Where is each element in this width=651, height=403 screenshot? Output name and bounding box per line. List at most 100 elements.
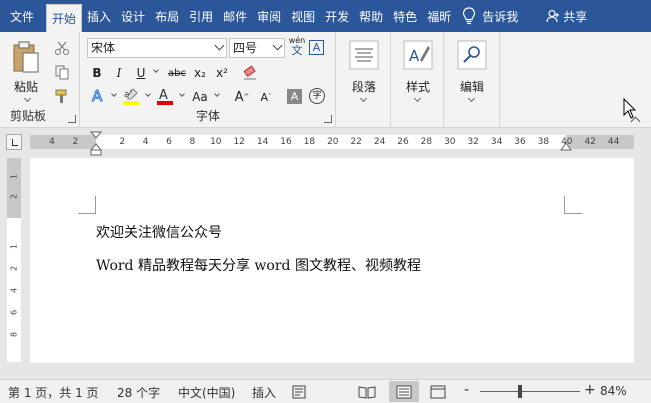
document-line-2[interactable]: Word 精品教程每天分享 word 图文教程、视频教程 <box>96 255 421 275</box>
vertical-scrollbar[interactable] <box>636 158 651 363</box>
format-painter-icon[interactable] <box>54 88 70 104</box>
bold-button[interactable]: B <box>89 62 105 84</box>
cut-icon[interactable] <box>54 40 70 56</box>
tab-foxit[interactable]: 福昕 <box>422 0 456 32</box>
svg-text:A: A <box>409 47 420 65</box>
highlight-dropdown-icon[interactable] <box>145 91 151 97</box>
char-shading-button[interactable]: A <box>287 89 302 104</box>
vruler-tick: 2 <box>9 265 19 272</box>
ruler-tick: 32 <box>467 137 479 147</box>
highlight-icon[interactable]: ab <box>121 86 141 106</box>
indent-marker-icon[interactable] <box>90 131 102 157</box>
accessibility-icon[interactable] <box>292 385 308 399</box>
vruler-tick: 1 <box>9 173 19 180</box>
font-size-select[interactable]: 四号 <box>229 38 285 58</box>
paragraph-icon <box>349 40 379 70</box>
crop-mark-top-left <box>78 196 96 214</box>
phonetic-guide-button[interactable]: wén 文 <box>288 36 306 56</box>
language[interactable]: 中文(中国) <box>178 384 235 401</box>
print-layout-button[interactable] <box>389 381 419 402</box>
svg-text:A: A <box>159 88 168 103</box>
tell-me-box[interactable]: 告诉我 共享 <box>462 0 587 32</box>
subscript-button[interactable]: x₂ <box>191 62 209 84</box>
web-layout-icon[interactable] <box>430 385 446 399</box>
read-mode-icon[interactable] <box>358 385 376 399</box>
ruler-tick: 30 <box>444 137 456 147</box>
tab-design[interactable]: 设计 <box>116 0 150 32</box>
tab-help[interactable]: 帮助 <box>354 0 388 32</box>
tab-insert[interactable]: 插入 <box>82 0 116 32</box>
styles-button[interactable]: A 样式 <box>396 38 440 103</box>
font-color-icon[interactable]: A <box>155 86 175 106</box>
paste-dropdown-icon[interactable] <box>23 94 32 103</box>
zoom-level[interactable]: 84% <box>600 384 627 398</box>
clipboard-icon <box>13 41 39 73</box>
copy-icon[interactable] <box>54 64 70 80</box>
svg-text:A: A <box>92 87 103 105</box>
shrink-font-button[interactable]: Aˇ <box>257 86 275 108</box>
font-name-select[interactable]: 宋体 <box>87 38 227 58</box>
styles-dropdown-icon <box>413 94 422 103</box>
insert-mode[interactable]: 插入 <box>252 384 276 401</box>
tab-selector-icon[interactable] <box>6 134 22 150</box>
tab-developer[interactable]: 开发 <box>320 0 354 32</box>
styles-label: 样式 <box>405 80 430 94</box>
tab-file[interactable]: 文件 <box>0 0 46 32</box>
italic-button[interactable]: I <box>111 62 127 84</box>
vruler-tick: 2 <box>9 193 19 200</box>
paragraph-group: 段落 <box>337 32 391 128</box>
change-case-button[interactable]: Aa <box>189 86 211 108</box>
page-count[interactable]: 第 1 页，共 1 页 <box>8 384 99 401</box>
clipboard-launcher-icon[interactable] <box>68 115 76 123</box>
horizontal-ruler[interactable]: 4 2 2 4 6 8 10 12 14 16 18 20 22 24 26 28 30 32 34 36 38 40 42… <box>30 131 634 156</box>
paragraph-button[interactable]: 段落 <box>342 38 386 103</box>
lightbulb-icon <box>463 7 476 25</box>
ruler-tick: 14 <box>256 137 269 147</box>
share-label: 共享 <box>563 9 588 24</box>
document-page[interactable]: 欢迎关注微信公众号 Word 精品教程每天分享 word 图文教程、视频教程 <box>30 158 634 363</box>
text-effects-icon[interactable]: A <box>89 86 109 106</box>
tab-view[interactable]: 视图 <box>286 0 320 32</box>
ruler-tick: 40 <box>561 137 573 147</box>
zoom-in-button[interactable]: + <box>584 382 596 398</box>
ruler-tick: 36 <box>514 137 526 147</box>
editing-button[interactable]: 编辑 <box>450 38 494 103</box>
ruler-tick: 24 <box>373 137 386 147</box>
tab-special[interactable]: 特色 <box>388 0 422 32</box>
tab-mailings[interactable]: 邮件 <box>218 0 252 32</box>
document-line-1[interactable]: 欢迎关注微信公众号 <box>96 222 222 242</box>
zoom-slider-track[interactable] <box>480 391 580 392</box>
underline-dropdown-icon[interactable] <box>153 67 159 73</box>
phonetic-char: 文 <box>291 44 303 57</box>
grow-font-label: A <box>234 89 244 105</box>
strikethrough-button[interactable]: abc <box>165 62 189 84</box>
tab-review[interactable]: 审阅 <box>252 0 286 32</box>
tab-layout[interactable]: 布局 <box>150 0 184 32</box>
zoom-out-button[interactable]: - <box>464 382 469 398</box>
vertical-ruler[interactable]: 1 2 1 2 4 6 8 <box>7 158 21 362</box>
text-effects-dropdown-icon[interactable] <box>111 91 117 97</box>
tab-references[interactable]: 引用 <box>184 0 218 32</box>
word-count[interactable]: 28 个字 <box>117 384 160 401</box>
underline-button[interactable]: U <box>133 62 149 84</box>
ruler-tick: 6 <box>166 137 172 147</box>
ruler-tick: 26 <box>397 137 409 147</box>
enclose-chars-button[interactable]: 字 <box>309 88 325 104</box>
share-button[interactable]: 共享 <box>546 8 587 25</box>
ruler-tick: 4 <box>49 137 55 147</box>
zoom-slider-thumb[interactable] <box>518 385 522 398</box>
search-icon <box>457 40 487 70</box>
font-group-label: 字体 <box>195 109 220 123</box>
font-name-value: 宋体 <box>91 41 116 55</box>
font-color-dropdown-icon[interactable] <box>179 91 185 97</box>
char-border-top-button[interactable]: A <box>309 40 324 55</box>
tab-home[interactable]: 开始 <box>46 4 83 32</box>
change-case-dropdown-icon[interactable] <box>214 91 220 97</box>
clear-formatting-icon[interactable] <box>241 64 259 82</box>
ruler-tick: 12 <box>233 137 245 147</box>
font-launcher-icon[interactable] <box>324 115 332 123</box>
grow-font-button[interactable]: A ^ <box>233 86 251 108</box>
paste-button[interactable]: 粘贴 <box>6 38 46 103</box>
superscript-button[interactable]: x² <box>213 62 231 84</box>
font-group: 宋体 四号 wén 文 A B I U abc x₂ x² A ab <box>81 32 336 128</box>
